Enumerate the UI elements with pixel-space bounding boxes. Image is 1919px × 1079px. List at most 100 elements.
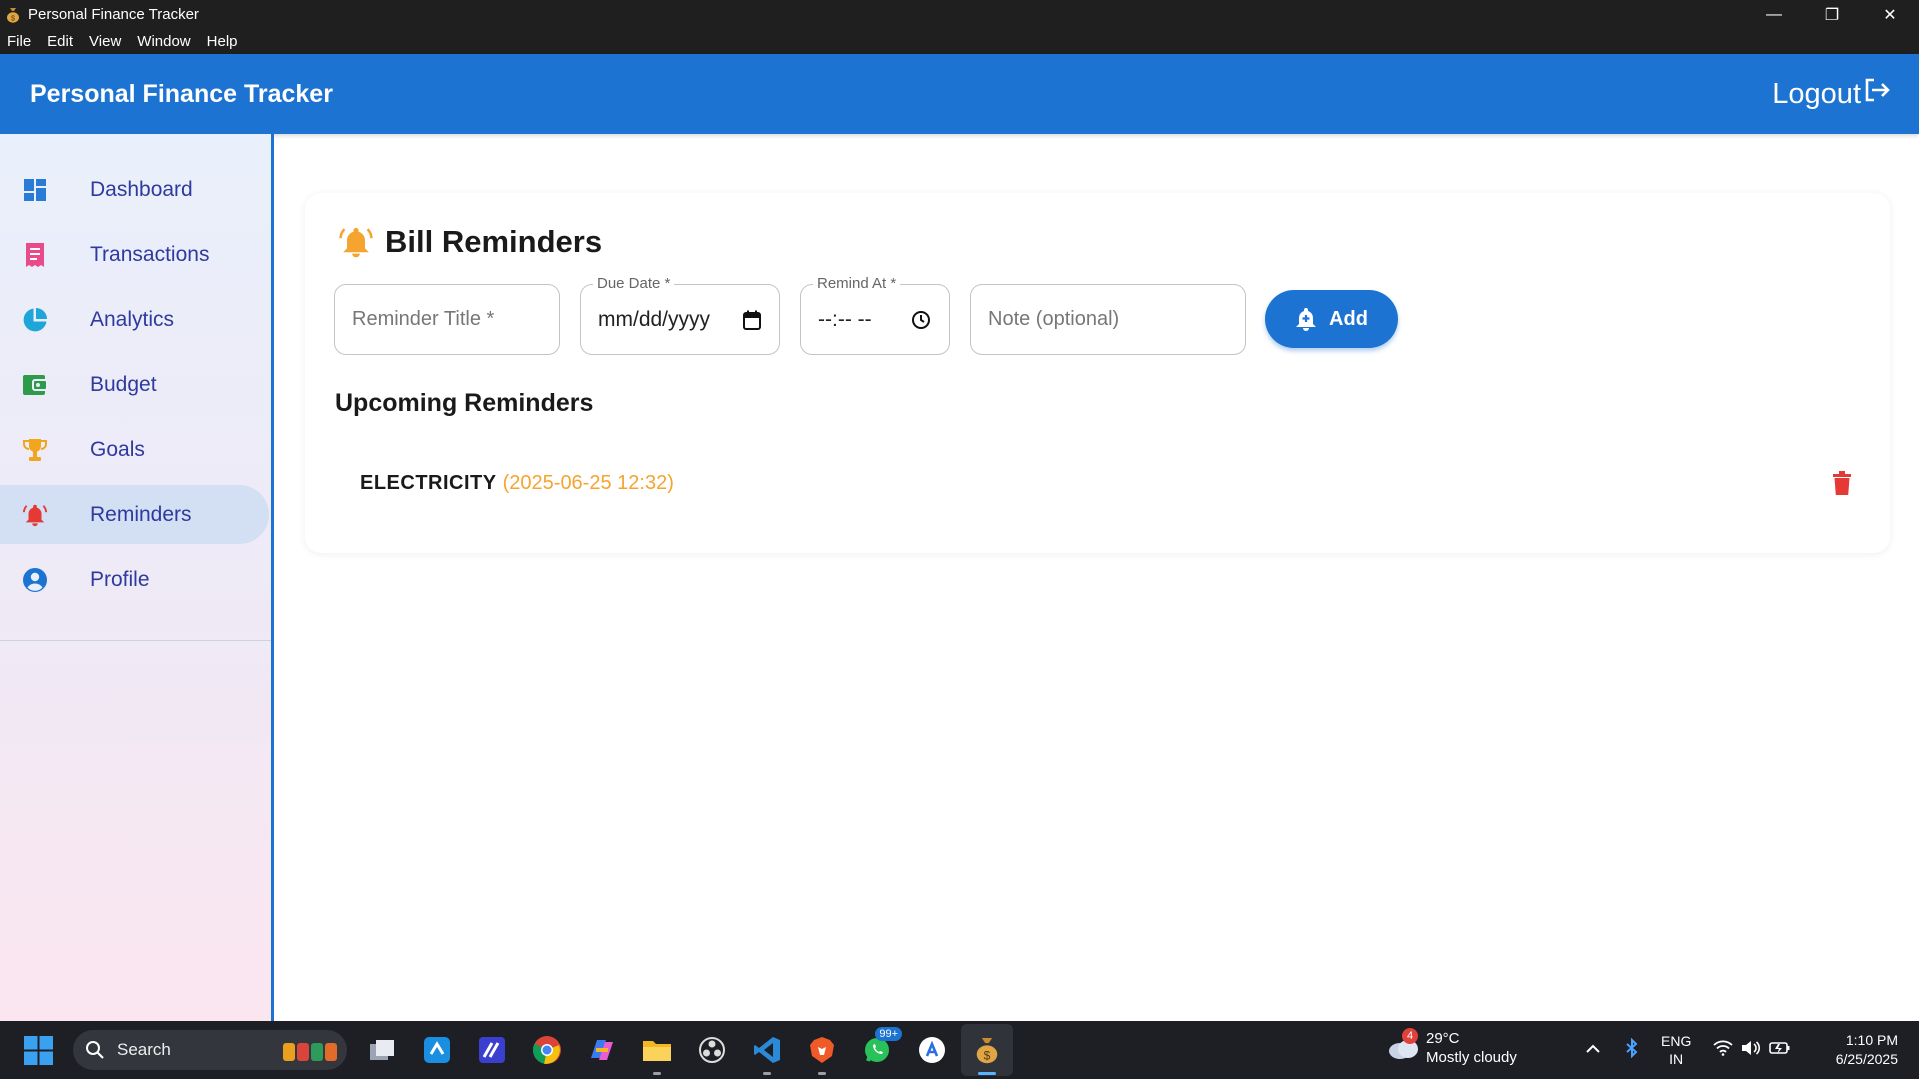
maximize-button[interactable]: ❐ <box>1803 0 1861 29</box>
sidebar-nav: Dashboard Transactions Analytics Budget … <box>0 134 271 641</box>
logout-label: Logout <box>1772 77 1861 110</box>
system-tray: ENG IN <box>1585 1021 1791 1079</box>
sidebar-item-goals[interactable]: Goals <box>0 420 269 479</box>
search-label: Search <box>117 1040 171 1059</box>
receipt-icon <box>22 242 48 268</box>
taskbar-search[interactable]: Search <box>73 1030 347 1070</box>
search-icon <box>86 1041 104 1059</box>
windows-start-button[interactable] <box>24 1036 53 1070</box>
whatsapp-icon[interactable]: 99+ <box>851 1024 903 1076</box>
card-title: Bill Reminders <box>337 223 602 261</box>
menu-edit[interactable]: Edit <box>47 33 73 50</box>
weather-badge: 4 <box>1402 1028 1418 1044</box>
calendar-icon[interactable] <box>743 310 761 336</box>
due-date-value: mm/dd/yyyy <box>598 307 711 331</box>
finance-tracker-taskbar-icon[interactable]: $ <box>961 1024 1013 1076</box>
clock-date: 6/25/2025 <box>1835 1051 1898 1067</box>
obs-icon[interactable] <box>686 1024 738 1076</box>
file-explorer-icon[interactable] <box>631 1024 683 1076</box>
menu-window[interactable]: Window <box>137 33 190 50</box>
upcoming-reminders-title: Upcoming Reminders <box>335 389 594 417</box>
sidebar-item-label: Reminders <box>90 502 192 526</box>
sidebar-item-label: Budget <box>90 372 157 396</box>
minimize-button[interactable]: — <box>1745 0 1803 29</box>
sidebar: Dashboard Transactions Analytics Budget … <box>0 134 274 1021</box>
running-indicator <box>653 1072 661 1075</box>
add-alert-icon <box>1296 308 1317 331</box>
list-item: ELECTRICITY (2025-06-25 12:32) <box>336 458 1862 508</box>
clock-icon[interactable] <box>911 310 931 336</box>
trophy-icon <box>22 437 48 463</box>
taskbar: Search 99+ $ 4 29°C Mostly cloudy ENG IN… <box>0 1021 1919 1079</box>
delete-button[interactable] <box>1822 463 1862 503</box>
reminder-title-placeholder: Reminder Title * <box>352 308 495 330</box>
running-indicator <box>818 1072 826 1075</box>
lang-line1: ENG <box>1661 1033 1692 1049</box>
add-reminder-button[interactable]: Add <box>1265 290 1398 348</box>
reminder-title-input[interactable]: Reminder Title * <box>334 284 560 355</box>
clock-time: 1:10 PM <box>1845 1032 1898 1048</box>
reminder-name: ELECTRICITY <box>360 471 497 494</box>
add-button-label: Add <box>1329 307 1368 330</box>
menu-bar: File Edit View Window Help <box>0 29 1919 54</box>
reminder-datetime: (2025-06-25 12:32) <box>502 471 674 494</box>
windows-icon <box>24 1036 53 1065</box>
remind-at-input[interactable]: Remind At * --:-- -- <box>800 275 950 355</box>
app-purple-icon[interactable] <box>466 1024 518 1076</box>
menu-help[interactable]: Help <box>207 33 238 50</box>
sidebar-item-transactions[interactable]: Transactions <box>0 225 269 284</box>
window-titlebar: $ Personal Finance Tracker — ❐ ✕ <box>0 0 1919 29</box>
vscode-icon[interactable] <box>741 1024 793 1076</box>
sidebar-item-label: Profile <box>90 567 150 591</box>
menu-file[interactable]: File <box>7 33 31 50</box>
bill-reminders-card: Bill Reminders Reminder Title * Due Date… <box>305 193 1890 553</box>
volume-icon[interactable] <box>1741 1040 1761 1061</box>
copilot-icon[interactable] <box>576 1024 628 1076</box>
task-view-icon[interactable] <box>356 1024 408 1076</box>
due-date-label: Due Date * <box>593 275 675 292</box>
svg-text:$: $ <box>984 1048 991 1062</box>
wifi-icon[interactable] <box>1713 1040 1733 1061</box>
app-brand: Personal Finance Tracker <box>30 79 333 108</box>
page-title: Bill Reminders <box>385 224 603 259</box>
brave-icon[interactable] <box>796 1024 848 1076</box>
chrome-icon[interactable] <box>521 1024 573 1076</box>
weather-desc: Mostly cloudy <box>1426 1049 1517 1066</box>
wallet-icon <box>22 372 48 398</box>
logout-button[interactable]: Logout <box>1772 77 1891 111</box>
sidebar-item-analytics[interactable]: Analytics <box>0 290 269 349</box>
window-title: Personal Finance Tracker <box>28 6 199 23</box>
language-indicator[interactable]: ENG IN <box>1661 1032 1691 1068</box>
app-store-icon[interactable] <box>906 1024 958 1076</box>
bluetooth-icon[interactable] <box>1625 1037 1639 1063</box>
reminder-text: ELECTRICITY (2025-06-25 12:32) <box>360 472 674 495</box>
notification-badge: 99+ <box>875 1027 902 1041</box>
chevron-up-icon[interactable] <box>1585 1041 1601 1059</box>
bell-ring-icon <box>337 223 375 261</box>
app-blue-icon[interactable] <box>411 1024 463 1076</box>
sidebar-item-reminders[interactable]: Reminders <box>0 485 269 544</box>
sidebar-item-label: Transactions <box>90 242 210 266</box>
svg-text:$: $ <box>11 15 15 22</box>
taskbar-pinned-apps: 99+ $ <box>356 1021 1016 1079</box>
remind-at-value: --:-- -- <box>818 307 872 331</box>
sidebar-item-label: Dashboard <box>90 177 193 201</box>
sidebar-item-profile[interactable]: Profile <box>0 550 269 609</box>
close-button[interactable]: ✕ <box>1861 0 1919 29</box>
taskbar-clock[interactable]: 1:10 PM 6/25/2025 <box>1836 1031 1898 1069</box>
battery-icon[interactable] <box>1769 1040 1791 1061</box>
note-input[interactable]: Note (optional) <box>970 284 1246 355</box>
money-bag-icon: $ <box>4 6 22 24</box>
sidebar-item-label: Analytics <box>90 307 175 331</box>
sidebar-item-label: Goals <box>90 437 145 461</box>
weather-widget[interactable]: 4 29°C Mostly cloudy <box>1386 1028 1517 1067</box>
pie-chart-icon <box>22 307 48 333</box>
due-date-input[interactable]: Due Date * mm/dd/yyyy <box>580 275 780 355</box>
sidebar-item-budget[interactable]: Budget <box>0 355 269 414</box>
note-placeholder: Note (optional) <box>988 308 1120 330</box>
menu-view[interactable]: View <box>89 33 121 50</box>
app-header: Personal Finance Tracker Logout <box>0 54 1919 134</box>
sidebar-item-dashboard[interactable]: Dashboard <box>0 160 269 219</box>
logout-icon <box>1861 77 1891 111</box>
running-indicator <box>978 1072 996 1075</box>
